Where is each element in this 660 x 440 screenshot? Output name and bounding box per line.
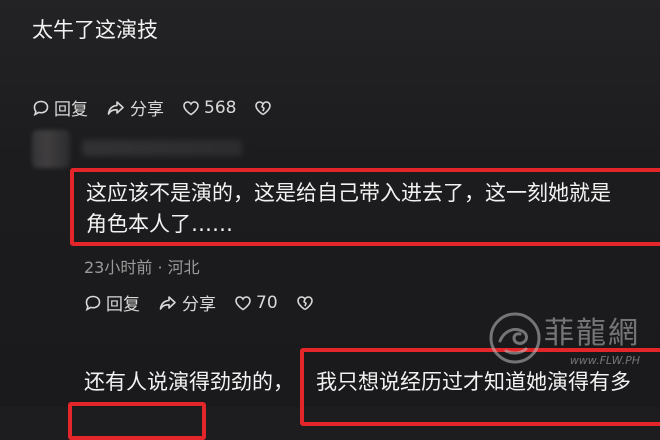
reply-button[interactable]: 回复 (84, 290, 140, 315)
comment-2-line-1: 这应该不是演的，这是给自己带入进去了，这一刻她就是 (86, 181, 611, 205)
comment-icon (33, 100, 49, 116)
share-label: 分享 (182, 295, 216, 315)
reply-label: 回复 (54, 100, 88, 120)
share-label: 分享 (130, 100, 164, 120)
share-icon (159, 295, 176, 310)
comment-2-actions: 回复 分享 70 (84, 290, 336, 315)
dislike-button[interactable] (254, 100, 276, 116)
dislike-button[interactable] (296, 295, 318, 311)
watermark-text: 菲龍網 (544, 316, 640, 351)
comment-icon (85, 295, 101, 311)
like-button[interactable]: 568 (182, 98, 236, 118)
like-count: 568 (204, 97, 237, 118)
comment-1-actions: 回复 分享 568 (32, 95, 294, 120)
avatar[interactable] (32, 130, 70, 168)
watermark-url: www.FLW.PH (569, 354, 640, 367)
comment-2-meta: 23小时前 · 河北 (84, 258, 200, 277)
comment-3-part-2: 我只想说经历过才知道她演得有多 (316, 370, 631, 394)
comment-2-line-2: 角色本人了…… (86, 212, 233, 236)
like-count: 70 (256, 292, 278, 313)
comment-3-part-1: 还有人说演得劲劲的， (84, 370, 294, 394)
reply-button[interactable]: 回复 (32, 95, 88, 120)
username-blurred[interactable] (82, 140, 242, 156)
heart-icon (235, 295, 251, 310)
share-icon (107, 100, 124, 115)
reply-label: 回复 (106, 295, 140, 315)
broken-heart-icon (296, 295, 313, 310)
watermark: 菲龍網 www.FLW.PH (486, 308, 640, 367)
heart-icon (183, 100, 199, 115)
comment-1-text: 太牛了这演技 (32, 18, 158, 42)
like-button[interactable]: 70 (234, 293, 278, 313)
highlight-box-3 (68, 402, 206, 440)
broken-heart-icon (255, 100, 272, 115)
share-button[interactable]: 分享 (106, 95, 164, 120)
dragon-logo-icon (489, 312, 541, 363)
share-button[interactable]: 分享 (158, 290, 216, 315)
